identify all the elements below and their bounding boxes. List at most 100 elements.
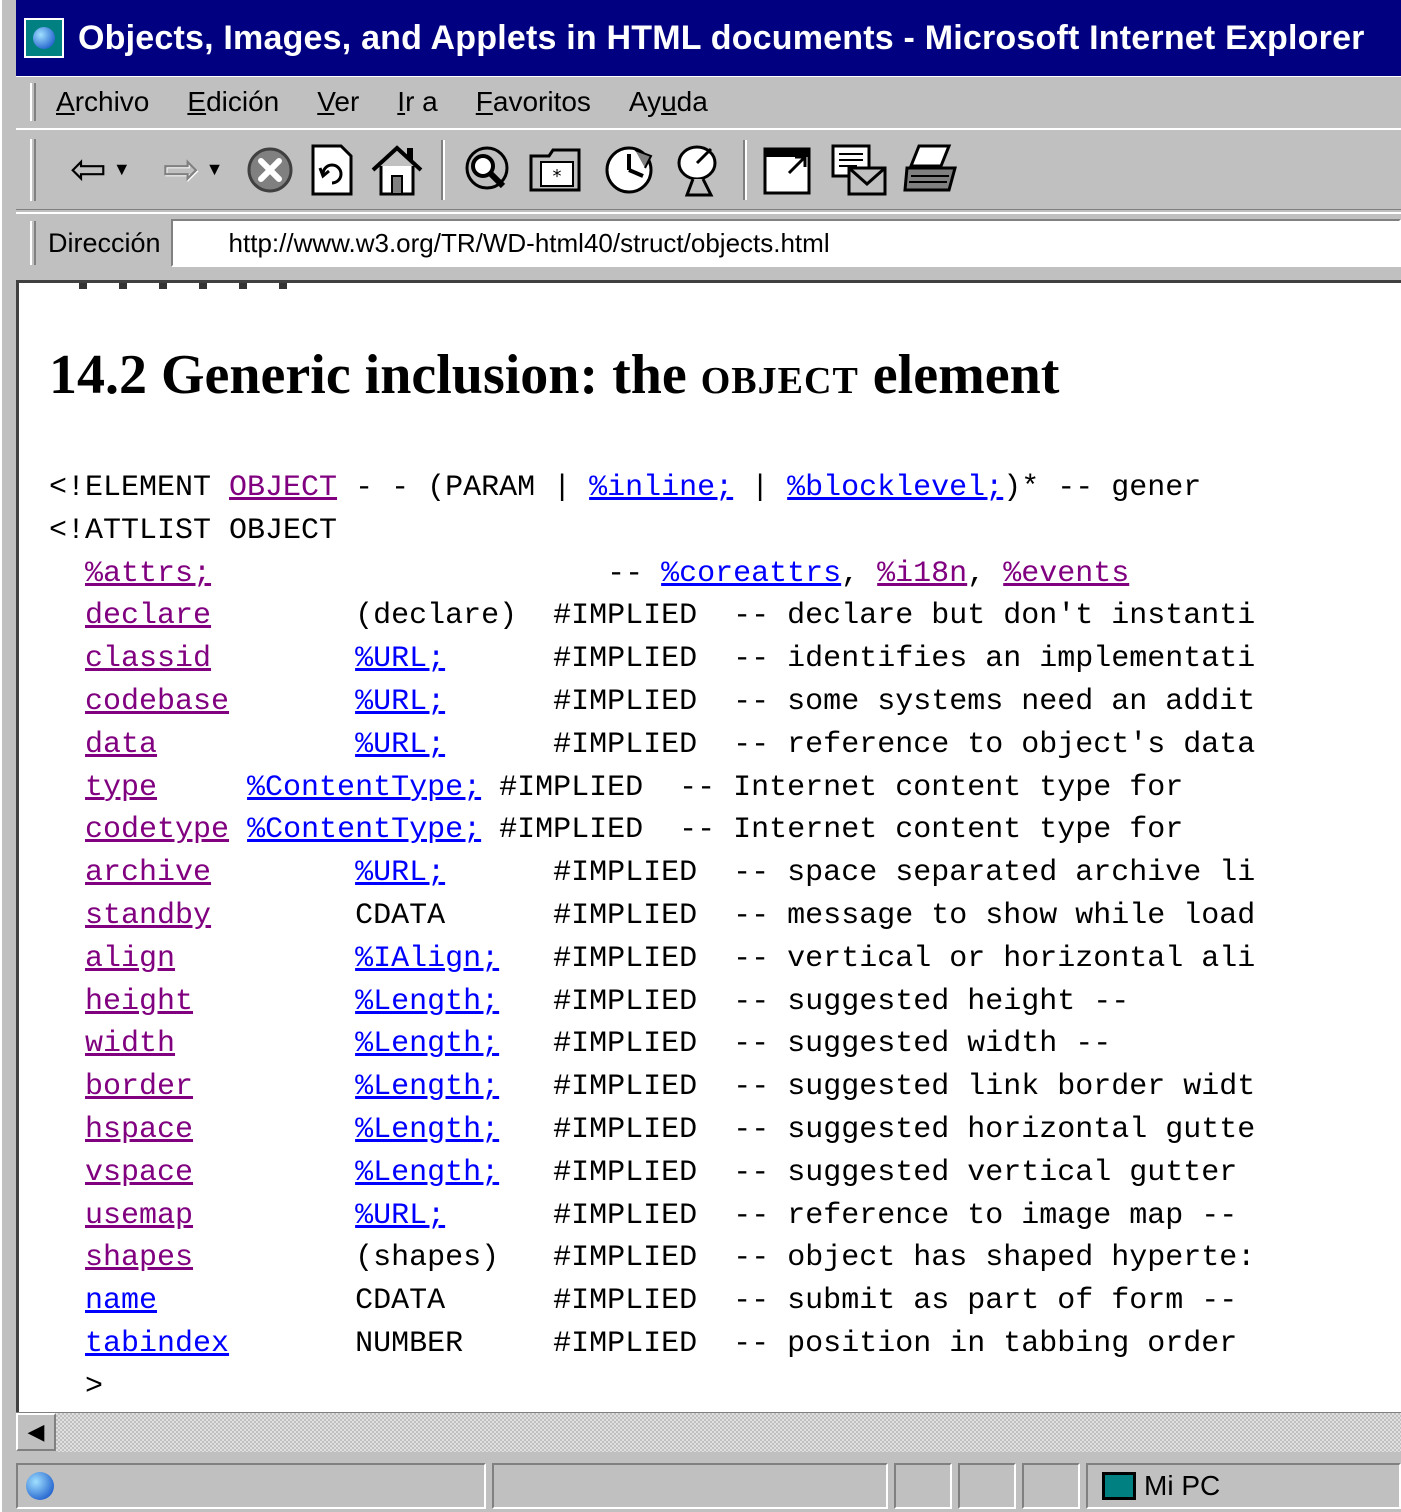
refresh-button[interactable]	[307, 140, 357, 200]
attribute-comment: -- reference to object's data	[733, 727, 1256, 762]
menubar-grip[interactable]	[30, 82, 36, 121]
attribute-name-link[interactable]: type	[85, 771, 157, 805]
attribute-row: align %IAlign; #IMPLIED -- vertical or h…	[49, 942, 1255, 976]
coreattrs-link[interactable]: %coreattrs	[661, 557, 841, 591]
dtd-text: ,	[841, 556, 878, 591]
attribute-row: data %URL; #IMPLIED -- reference to obje…	[49, 728, 1255, 762]
attribute-type-link[interactable]: %URL;	[355, 685, 445, 719]
attribute-name-link[interactable]: classid	[85, 642, 211, 676]
back-button[interactable]: ⇦ ▼	[70, 140, 131, 200]
attribute-row: usemap %URL; #IMPLIED -- reference to im…	[49, 1199, 1255, 1233]
menu-item[interactable]: Ir a	[397, 86, 437, 118]
attribute-default: #IMPLIED	[553, 1284, 698, 1319]
attribute-type-link[interactable]: %URL;	[355, 856, 445, 890]
address-bar: Dirección http://www.w3.org/TR/WD-html40…	[16, 212, 1401, 272]
attribute-type-link[interactable]: %Length;	[355, 985, 499, 1019]
toolbar-grip[interactable]	[30, 138, 36, 201]
addressbar-grip[interactable]	[30, 221, 36, 265]
menu-item[interactable]: Ver	[317, 86, 359, 118]
toolbar-separator	[743, 139, 748, 200]
attribute-name-link[interactable]: width	[85, 1027, 175, 1061]
attribute-name-link[interactable]: standby	[85, 899, 211, 933]
attribute-type: CDATA	[355, 1284, 446, 1319]
attribute-row: standby CDATA #IMPLIED -- message to sho…	[49, 899, 1255, 933]
attribute-type: NUMBER	[355, 1326, 464, 1361]
attribute-row: type %ContentType; #IMPLIED -- Internet …	[49, 771, 1201, 805]
fullscreen-button[interactable]	[761, 140, 817, 200]
attribute-name-link[interactable]: vspace	[85, 1156, 193, 1190]
attribute-name-link[interactable]: declare	[85, 599, 211, 633]
object-element-link[interactable]: OBJECT	[229, 471, 337, 505]
attribute-name-link[interactable]: height	[85, 985, 193, 1019]
attribute-type-link[interactable]: %ContentType;	[247, 813, 481, 847]
attribute-comment: -- Internet content type for	[679, 770, 1202, 805]
attribute-type-link[interactable]: %Length;	[355, 1113, 499, 1147]
attribute-type-link[interactable]: %Length;	[355, 1156, 499, 1190]
attribute-name-link[interactable]: border	[85, 1070, 193, 1104]
horizontal-scrollbar[interactable]: ◀	[16, 1412, 1401, 1452]
attribute-name-link[interactable]: data	[85, 728, 157, 762]
menu-item[interactable]: Favoritos	[476, 86, 591, 118]
attribute-comment: -- suggested horizontal gutte	[733, 1112, 1256, 1147]
attribute-name-link[interactable]: archive	[85, 856, 211, 890]
mail-button[interactable]	[829, 140, 889, 200]
attribute-name-link[interactable]: codebase	[85, 685, 229, 719]
heading-element-name: OBJECT	[700, 360, 859, 402]
inline-entity-link[interactable]: %inline;	[589, 471, 733, 505]
attribute-row: tabindex NUMBER #IMPLIED -- position in …	[49, 1327, 1255, 1361]
attribute-comment: -- declare but don't instanti	[733, 599, 1256, 634]
scrollbar-track[interactable]	[56, 1413, 1401, 1452]
forward-button[interactable]: ⇨ ▼	[163, 140, 224, 200]
attribute-comment: -- identifies an implementati	[733, 642, 1256, 677]
security-zone-label: Mi PC	[1144, 1470, 1221, 1501]
attribute-type-link[interactable]: %Length;	[355, 1070, 499, 1104]
scroll-left-button[interactable]: ◀	[16, 1413, 56, 1451]
ie-app-icon[interactable]	[24, 18, 64, 58]
i18n-link[interactable]: %i18n	[877, 557, 967, 591]
channels-button[interactable]	[671, 140, 727, 200]
attribute-row: declare (declare) #IMPLIED -- declare bu…	[49, 599, 1255, 633]
heading-text: 14.2 Generic inclusion: the	[49, 344, 701, 406]
attribute-name-link[interactable]: hspace	[85, 1113, 193, 1147]
attribute-comment: -- Internet content type for	[679, 813, 1202, 848]
home-button[interactable]	[369, 140, 425, 200]
back-dropdown-icon[interactable]: ▼	[113, 159, 131, 180]
attribute-type-link[interactable]: %ContentType;	[247, 771, 481, 805]
print-button[interactable]	[901, 140, 961, 200]
attribute-default: #IMPLIED	[553, 1326, 698, 1361]
print-icon	[903, 144, 958, 191]
attribute-type-link[interactable]: %URL;	[355, 642, 445, 676]
attribute-name-link[interactable]: align	[85, 942, 175, 976]
menu-item[interactable]: Archivo	[56, 86, 149, 118]
zone-pane: Mi PC	[1086, 1463, 1401, 1509]
attribute-type-link[interactable]: %Length;	[355, 1027, 499, 1061]
attrs-entity-link[interactable]: %attrs;	[85, 557, 211, 591]
attribute-name-link[interactable]: tabindex	[85, 1327, 229, 1361]
attribute-name-link[interactable]: usemap	[85, 1199, 193, 1233]
attribute-name-link[interactable]: codetype	[85, 813, 229, 847]
address-input[interactable]: http://www.w3.org/TR/WD-html40/struct/ob…	[170, 219, 1401, 267]
forward-dropdown-icon[interactable]: ▼	[206, 159, 224, 180]
menu-item[interactable]: Ayuda	[629, 86, 708, 118]
favorites-button[interactable]: *	[527, 140, 587, 200]
page-content[interactable]: 14.2 Generic inclusion: the OBJECT eleme…	[16, 280, 1401, 1412]
attribute-type-link[interactable]: %IAlign;	[355, 942, 499, 976]
window-title: Objects, Images, and Applets in HTML doc…	[78, 18, 1365, 57]
title-bar[interactable]: Objects, Images, and Applets in HTML doc…	[16, 0, 1401, 76]
attribute-type-link[interactable]: %URL;	[355, 1199, 445, 1233]
attribute-default: #IMPLIED	[499, 813, 644, 848]
previous-section-text-fragment	[79, 283, 299, 289]
attribute-row: vspace %Length; #IMPLIED -- suggested ve…	[49, 1156, 1255, 1190]
blocklevel-entity-link[interactable]: %blocklevel;	[787, 471, 1003, 505]
events-link[interactable]: %events	[1003, 557, 1129, 591]
attribute-name-link[interactable]: shapes	[85, 1241, 193, 1275]
stop-button[interactable]	[245, 140, 295, 200]
attribute-comment: -- suggested height --	[733, 984, 1130, 1019]
history-button[interactable]	[599, 140, 659, 200]
search-button[interactable]	[459, 140, 515, 200]
attribute-default: #IMPLIED	[553, 1198, 698, 1233]
attribute-type-link[interactable]: %URL;	[355, 728, 445, 762]
attribute-row: border %Length; #IMPLIED -- suggested li…	[49, 1070, 1255, 1104]
menu-item[interactable]: Edición	[187, 86, 279, 118]
attribute-name-link[interactable]: name	[85, 1284, 157, 1318]
